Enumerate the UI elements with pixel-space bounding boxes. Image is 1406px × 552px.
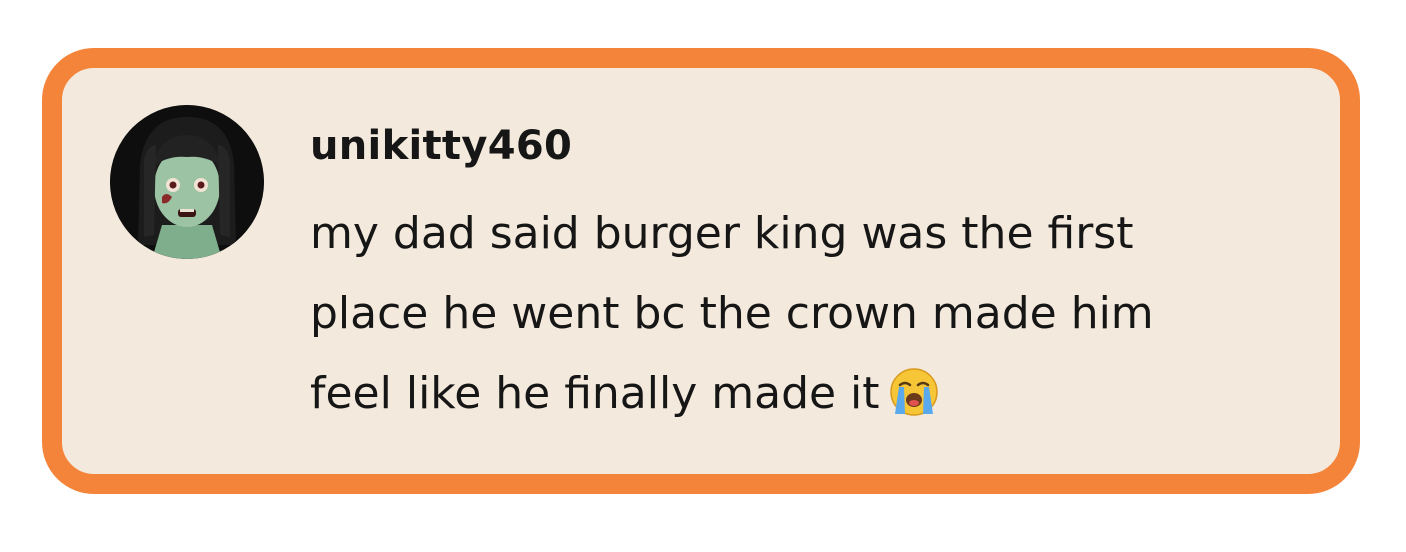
comment-text: my dad said burger king was the first pl… <box>310 194 1320 434</box>
comment-line-text: feel like he finally made it <box>310 368 880 419</box>
loudly-crying-face-icon <box>888 366 940 418</box>
comment-line: place he went bc the crown made him <box>310 288 1154 339</box>
zombie-woman-avatar-icon <box>110 105 264 259</box>
comment-line: my dad said burger king was the first <box>310 208 1134 259</box>
comment-line-last: feel like he finally made it <box>310 354 1320 434</box>
comment-card: unikitty460 my dad said burger king was … <box>42 48 1360 494</box>
avatar[interactable] <box>110 105 264 259</box>
username[interactable]: unikitty460 <box>310 122 572 170</box>
